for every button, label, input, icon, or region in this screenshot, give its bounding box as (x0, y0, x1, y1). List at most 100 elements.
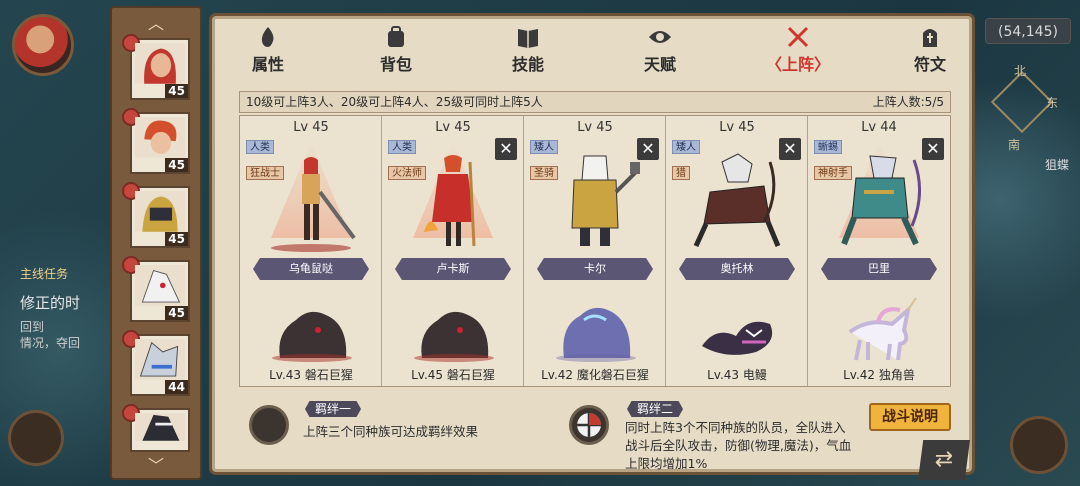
hero-name: 卢卡斯 (395, 258, 511, 280)
bond-two: 羁绊二 同时上阵3个不同种族的队员，全队进入 战斗后全队攻击，防御(物理,魔法)… (569, 401, 869, 471)
hero-level: 45 (165, 306, 188, 320)
formation-card[interactable]: Lv 45 矮人 猎 ✕ 奥托林 Lv.43 电鳗 (666, 116, 808, 386)
formation-info-bar: 10级可上阵3人、20级可上阵4人、25级可同时上阵5人 上阵人数:5/5 (239, 91, 951, 113)
hero-name: 乌龟鼠哒 (253, 258, 369, 280)
hero-figure-paladin (571, 155, 640, 246)
pet-figure (848, 297, 917, 361)
formation-card[interactable]: Lv 45 矮人 圣骑 ✕ 卡尔 Lv.42 魔化磐石巨猩 (524, 116, 666, 386)
tab-skills[interactable]: 技能 (493, 25, 563, 75)
remove-hero-button[interactable]: ✕ (779, 138, 801, 160)
map-menu-button-right[interactable] (1010, 416, 1068, 474)
formation-card[interactable]: Lv 45 人类 火法师 ✕ 卢卡斯 Lv.45 磐石巨猩 (382, 116, 524, 386)
map-location-label: 狙蝶 (1045, 158, 1070, 172)
flame-icon (261, 27, 274, 47)
hero-level: 45 (165, 158, 188, 172)
hero-name: 卡尔 (537, 258, 653, 280)
card-level: Lv 44 (861, 120, 897, 135)
pet-label: Lv.42 独角兽 (843, 368, 915, 382)
hero-figure-marksman (841, 155, 922, 246)
pet-label: Lv.43 磐石巨猩 (269, 368, 353, 382)
eye-icon (649, 31, 671, 43)
bond-two-title: 羁绊二 (627, 401, 684, 417)
hero-portrait-5 (135, 339, 185, 380)
compass-south: 南 (1008, 138, 1021, 152)
pet-figure (414, 311, 494, 362)
coordinates-readout: (54,145) (985, 18, 1071, 44)
hero-portrait-1 (135, 43, 185, 84)
remove-hero-button[interactable]: ✕ (922, 138, 944, 160)
formation-rule-text: 10级可上阵3人、20级可上阵4人、25级可同时上阵5人 (246, 95, 543, 109)
tab-formation[interactable]: 上阵 (753, 25, 843, 75)
bond-one-icon[interactable] (249, 405, 289, 445)
bond-two-desc-line: 同时上阵3个不同种族的队员，全队进入 (625, 420, 846, 435)
bond-two-shield-icon[interactable] (569, 405, 609, 445)
class-badge: 猎 (672, 166, 690, 180)
formation-cards: Lv 45 人类 狂战士 乌龟鼠哒 Lv.43 磐石巨猩 Lv 45 人类 火法… (239, 115, 951, 387)
tab-attributes[interactable]: 属性 (233, 25, 303, 75)
quest-desc-1: 回到 (20, 320, 45, 334)
hero-name: 奥托林 (679, 258, 795, 280)
hero-portrait-2 (135, 117, 185, 158)
backpack-icon (388, 26, 404, 47)
card-level: Lv 45 (435, 120, 471, 135)
roster-hero-2[interactable]: 45 (122, 108, 190, 174)
tab-talent[interactable]: 天赋 (625, 25, 695, 75)
hero-figure-fire-mage (424, 155, 476, 247)
map-menu-button-left[interactable] (8, 410, 64, 466)
card-level: Lv 45 (577, 120, 613, 135)
hero-roster: ︿ 45 45 45 45 44 ﹀ (110, 6, 202, 480)
roster-hero-3[interactable]: 45 (122, 182, 190, 248)
book-icon (518, 29, 538, 48)
roster-hero-5[interactable]: 44 (122, 330, 190, 396)
formation-card[interactable]: Lv 45 人类 狂战士 乌龟鼠哒 Lv.43 磐石巨猩 (240, 116, 382, 386)
return-button[interactable]: ⇄ (918, 440, 970, 480)
compass-rose-icon (990, 70, 1054, 134)
roster-hero-1[interactable]: 45 (122, 34, 190, 100)
crossed-swords-icon (787, 26, 809, 48)
compass: 北 东 南 (990, 64, 1060, 152)
hero-level: 44 (165, 380, 188, 394)
hero-figure-berserker (271, 157, 356, 252)
remove-hero-button[interactable]: ✕ (637, 138, 659, 160)
pet-figure (702, 321, 773, 355)
quest-desc-2: 情况，夺回 (20, 336, 81, 350)
roster-scroll-down-icon[interactable]: ﹀ (112, 452, 200, 476)
hero-name: 巴里 (821, 258, 937, 280)
formation-card[interactable]: Lv 44 蜥蜴 神射手 ✕ 巴里 Lv.42 独角兽 (808, 116, 950, 386)
main-quest-panel[interactable]: 主线任务 修正的时 回到 情况，夺回 (20, 265, 115, 351)
quest-type: 主线任务 (20, 267, 69, 281)
compass-east: 东 (1046, 96, 1059, 110)
pet-figure (272, 311, 352, 362)
hero-portrait-3 (135, 191, 185, 232)
roster-scroll-up-icon[interactable]: ︿ (112, 10, 200, 34)
tab-bar: 属性 背包 技能 天赋 上阵 符文 (215, 19, 975, 77)
hero-figure-hunter (693, 153, 781, 248)
bond-two-desc-line: 上限均增加1% (625, 456, 708, 471)
hero-level: 45 (165, 232, 188, 246)
rune-stone-icon (923, 29, 937, 47)
bond-two-desc-line: 战斗后全队攻击，防御(物理,魔法)，气血 (625, 438, 852, 453)
remove-hero-button[interactable]: ✕ (495, 138, 517, 160)
hero-portrait-6 (135, 413, 185, 441)
battle-info-button[interactable]: 战斗说明 (869, 403, 951, 431)
tab-backpack[interactable]: 背包 (361, 25, 431, 75)
bond-one: 羁绊一 上阵三个同种族可达成羁绊效果 (249, 401, 549, 471)
tab-runes[interactable]: 符文 (895, 25, 965, 75)
card-level: Lv 45 (293, 120, 329, 135)
bond-one-desc: 上阵三个同种族可达成羁绊效果 (303, 424, 479, 439)
bond-two-desc: 同时上阵3个不同种族的队员，全队进入 战斗后全队攻击，防御(物理,魔法)，气血 … (625, 419, 851, 473)
pet-label: Lv.43 电鳗 (707, 368, 767, 382)
card-level: Lv 45 (719, 120, 755, 135)
hero-portrait-4 (135, 265, 185, 306)
pet-figure (556, 307, 636, 362)
quest-title: 修正的时 (20, 294, 81, 312)
roster-hero-4[interactable]: 45 (122, 256, 190, 322)
player-avatar[interactable] (12, 14, 74, 76)
compass-north: 北 (1014, 64, 1027, 78)
formation-count: 上阵人数:5/5 (872, 95, 944, 109)
hero-level: 45 (165, 84, 188, 98)
bond-one-title: 羁绊一 (305, 401, 362, 417)
pet-label: Lv.42 魔化磐石巨猩 (541, 368, 649, 382)
hero-formation-panel: 属性 背包 技能 天赋 上阵 符文 10级可上阵3人、20级可上阵4人、25级可… (212, 16, 972, 472)
roster-hero-6[interactable] (122, 404, 190, 452)
